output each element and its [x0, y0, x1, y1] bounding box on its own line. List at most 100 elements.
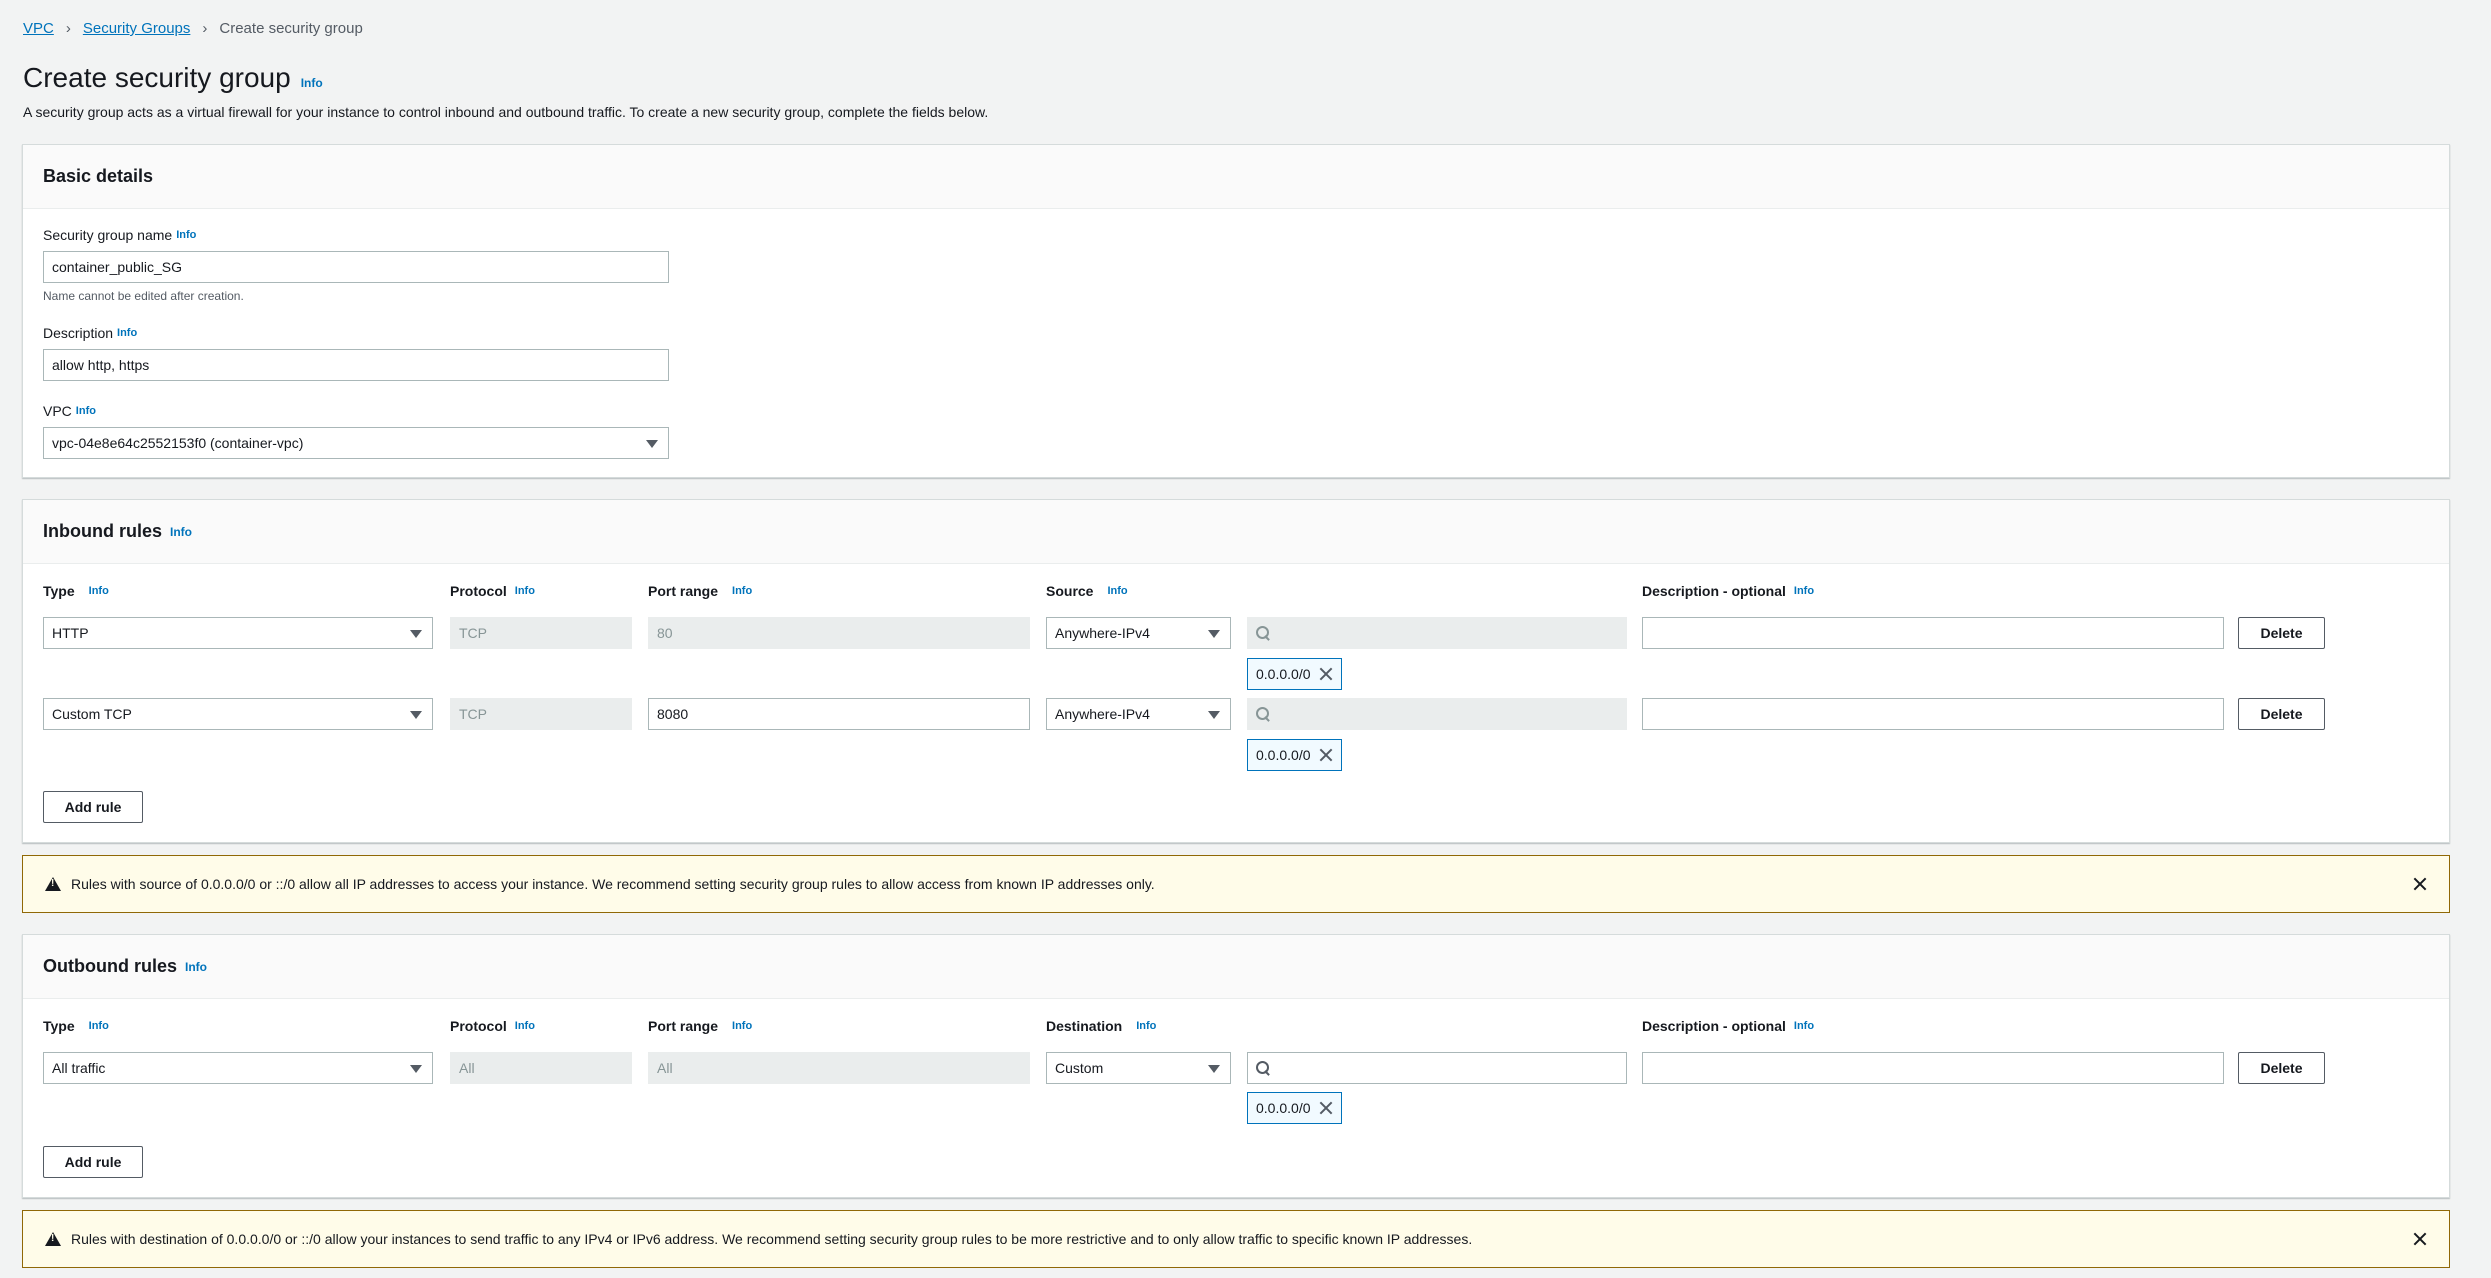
outbound-type-header-text: Type: [43, 1018, 75, 1034]
breadcrumb-current: Create security group: [219, 20, 363, 37]
description-input[interactable]: allow http, https: [43, 349, 669, 381]
outbound-type-info-link[interactable]: Info: [89, 1020, 109, 1032]
breadcrumb: VPC › Security Groups › Create security …: [23, 20, 363, 37]
inbound-port-range-header: Port range Info: [648, 583, 752, 599]
caret-down-icon: [1208, 630, 1220, 638]
vpc-select[interactable]: vpc-04e8e64c2552153f0 (container-vpc): [43, 427, 669, 459]
inbound-rule-source-value: Anywhere-IPv4: [1055, 625, 1150, 641]
search-icon: [1256, 1061, 1270, 1075]
warning-icon: [45, 1232, 61, 1246]
caret-down-icon: [410, 1065, 422, 1073]
close-icon[interactable]: [1319, 748, 1333, 762]
cidr-token-label: 0.0.0.0/0: [1256, 666, 1311, 682]
inbound-description-header: Description - optional Info: [1642, 583, 1814, 599]
description-label: Description Info: [43, 325, 137, 341]
outbound-destination-header-text: Destination: [1046, 1018, 1123, 1034]
basic-details-heading: Basic details: [23, 145, 2449, 209]
cidr-token: 0.0.0.0/0: [1247, 658, 1342, 690]
inbound-rule-protocol-input: TCP: [450, 698, 632, 730]
chevron-right-icon: ›: [65, 20, 71, 37]
outbound-destination-info-link[interactable]: Info: [1136, 1020, 1156, 1032]
inbound-rule-source-select[interactable]: Anywhere-IPv4: [1046, 617, 1231, 649]
inbound-rule-type-select[interactable]: Custom TCP: [43, 698, 433, 730]
add-outbound-rule-button[interactable]: Add rule: [43, 1146, 143, 1178]
caret-down-icon: [646, 440, 658, 448]
search-icon: [1256, 626, 1270, 640]
vpc-select-value: vpc-04e8e64c2552153f0 (container-vpc): [52, 435, 304, 451]
inbound-protocol-info-link[interactable]: Info: [515, 585, 535, 597]
add-inbound-rule-button[interactable]: Add rule: [43, 791, 143, 823]
breadcrumb-security-groups-link[interactable]: Security Groups: [83, 20, 191, 37]
vpc-info-link[interactable]: Info: [76, 405, 96, 417]
delete-inbound-rule-button[interactable]: Delete: [2238, 698, 2325, 730]
close-icon[interactable]: [2413, 877, 2427, 891]
outbound-rules-info-link[interactable]: Info: [185, 960, 207, 974]
outbound-description-header: Description - optional Info: [1642, 1018, 1814, 1034]
breadcrumb-vpc-link[interactable]: VPC: [23, 20, 54, 37]
outbound-port-range-header: Port range Info: [648, 1018, 752, 1034]
description-info-link[interactable]: Info: [117, 327, 137, 339]
search-icon: [1256, 707, 1270, 721]
close-icon[interactable]: [1319, 1101, 1333, 1115]
inbound-protocol-header: Protocol Info: [450, 583, 535, 599]
outbound-description-info-link[interactable]: Info: [1794, 1020, 1814, 1032]
security-group-name-hint: Name cannot be edited after creation.: [43, 289, 244, 303]
outbound-warning-alert: Rules with destination of 0.0.0.0/0 or :…: [22, 1210, 2450, 1268]
page-description: A security group acts as a virtual firew…: [23, 104, 989, 120]
inbound-rule-description-input[interactable]: [1642, 617, 2224, 649]
vpc-label-text: VPC: [43, 403, 72, 419]
inbound-type-info-link[interactable]: Info: [89, 585, 109, 597]
outbound-rule-description-input[interactable]: [1642, 1052, 2224, 1084]
inbound-port-range-info-link[interactable]: Info: [732, 585, 752, 597]
inbound-source-info-link[interactable]: Info: [1107, 585, 1127, 597]
outbound-port-range-info-link[interactable]: Info: [732, 1020, 752, 1032]
cidr-token-label: 0.0.0.0/0: [1256, 747, 1311, 763]
outbound-rules-panel: Outbound rules Info Type Info Protocol Inf…: [22, 934, 2450, 1198]
basic-details-panel: Basic details Security group name Info c…: [22, 144, 2450, 478]
inbound-description-header-text: Description - optional: [1642, 583, 1786, 599]
outbound-rule-destination-select[interactable]: Custom: [1046, 1052, 1231, 1084]
security-group-name-info-link[interactable]: Info: [176, 229, 196, 241]
vpc-label: VPC Info: [43, 403, 96, 419]
cidr-token: 0.0.0.0/0: [1247, 739, 1342, 771]
inbound-source-header: Source Info: [1046, 583, 1128, 599]
inbound-rule-source-select[interactable]: Anywhere-IPv4: [1046, 698, 1231, 730]
inbound-rules-panel: Inbound rules Info Type Info Protocol Info…: [22, 499, 2450, 843]
inbound-rule-cidr-search[interactable]: [1247, 617, 1627, 649]
close-icon[interactable]: [2413, 1232, 2427, 1246]
inbound-type-header: Type Info: [43, 583, 109, 599]
inbound-warning-text: Rules with source of 0.0.0.0/0 or ::/0 a…: [71, 876, 1155, 892]
basic-details-title: Basic details: [43, 166, 154, 186]
security-group-name-label-text: Security group name: [43, 227, 173, 243]
inbound-warning-alert: Rules with source of 0.0.0.0/0 or ::/0 a…: [22, 855, 2450, 913]
caret-down-icon: [1208, 1065, 1220, 1073]
security-group-name-input[interactable]: container_public_SG: [43, 251, 669, 283]
outbound-rule-cidr-search[interactable]: [1247, 1052, 1627, 1084]
inbound-rules-info-link[interactable]: Info: [170, 525, 192, 539]
outbound-rule-type-select[interactable]: All traffic: [43, 1052, 433, 1084]
inbound-rule-source-value: Anywhere-IPv4: [1055, 706, 1150, 722]
inbound-rule-port-input[interactable]: 8080: [648, 698, 1030, 730]
description-label-text: Description: [43, 325, 114, 341]
caret-down-icon: [1208, 711, 1220, 719]
inbound-rule-type-value: Custom TCP: [52, 706, 132, 722]
outbound-warning-text: Rules with destination of 0.0.0.0/0 or :…: [71, 1231, 1473, 1247]
close-icon[interactable]: [1319, 667, 1333, 681]
inbound-rule-cidr-search[interactable]: [1247, 698, 1627, 730]
delete-inbound-rule-button[interactable]: Delete: [2238, 617, 2325, 649]
cidr-token-label: 0.0.0.0/0: [1256, 1100, 1311, 1116]
outbound-rules-title: Outbound rules: [43, 956, 177, 976]
inbound-rules-heading: Inbound rules Info: [23, 500, 2449, 564]
caret-down-icon: [410, 711, 422, 719]
delete-outbound-rule-button[interactable]: Delete: [2238, 1052, 2325, 1084]
inbound-rule-description-input[interactable]: [1642, 698, 2224, 730]
inbound-rule-port-input: 80: [648, 617, 1030, 649]
inbound-type-header-text: Type: [43, 583, 75, 599]
inbound-protocol-header-text: Protocol: [450, 583, 507, 599]
inbound-rule-protocol-input: TCP: [450, 617, 632, 649]
inbound-rule-type-select[interactable]: HTTP: [43, 617, 433, 649]
page-info-link[interactable]: Info: [301, 76, 323, 90]
outbound-protocol-info-link[interactable]: Info: [515, 1020, 535, 1032]
outbound-port-range-header-text: Port range: [648, 1018, 719, 1034]
inbound-description-info-link[interactable]: Info: [1794, 585, 1814, 597]
